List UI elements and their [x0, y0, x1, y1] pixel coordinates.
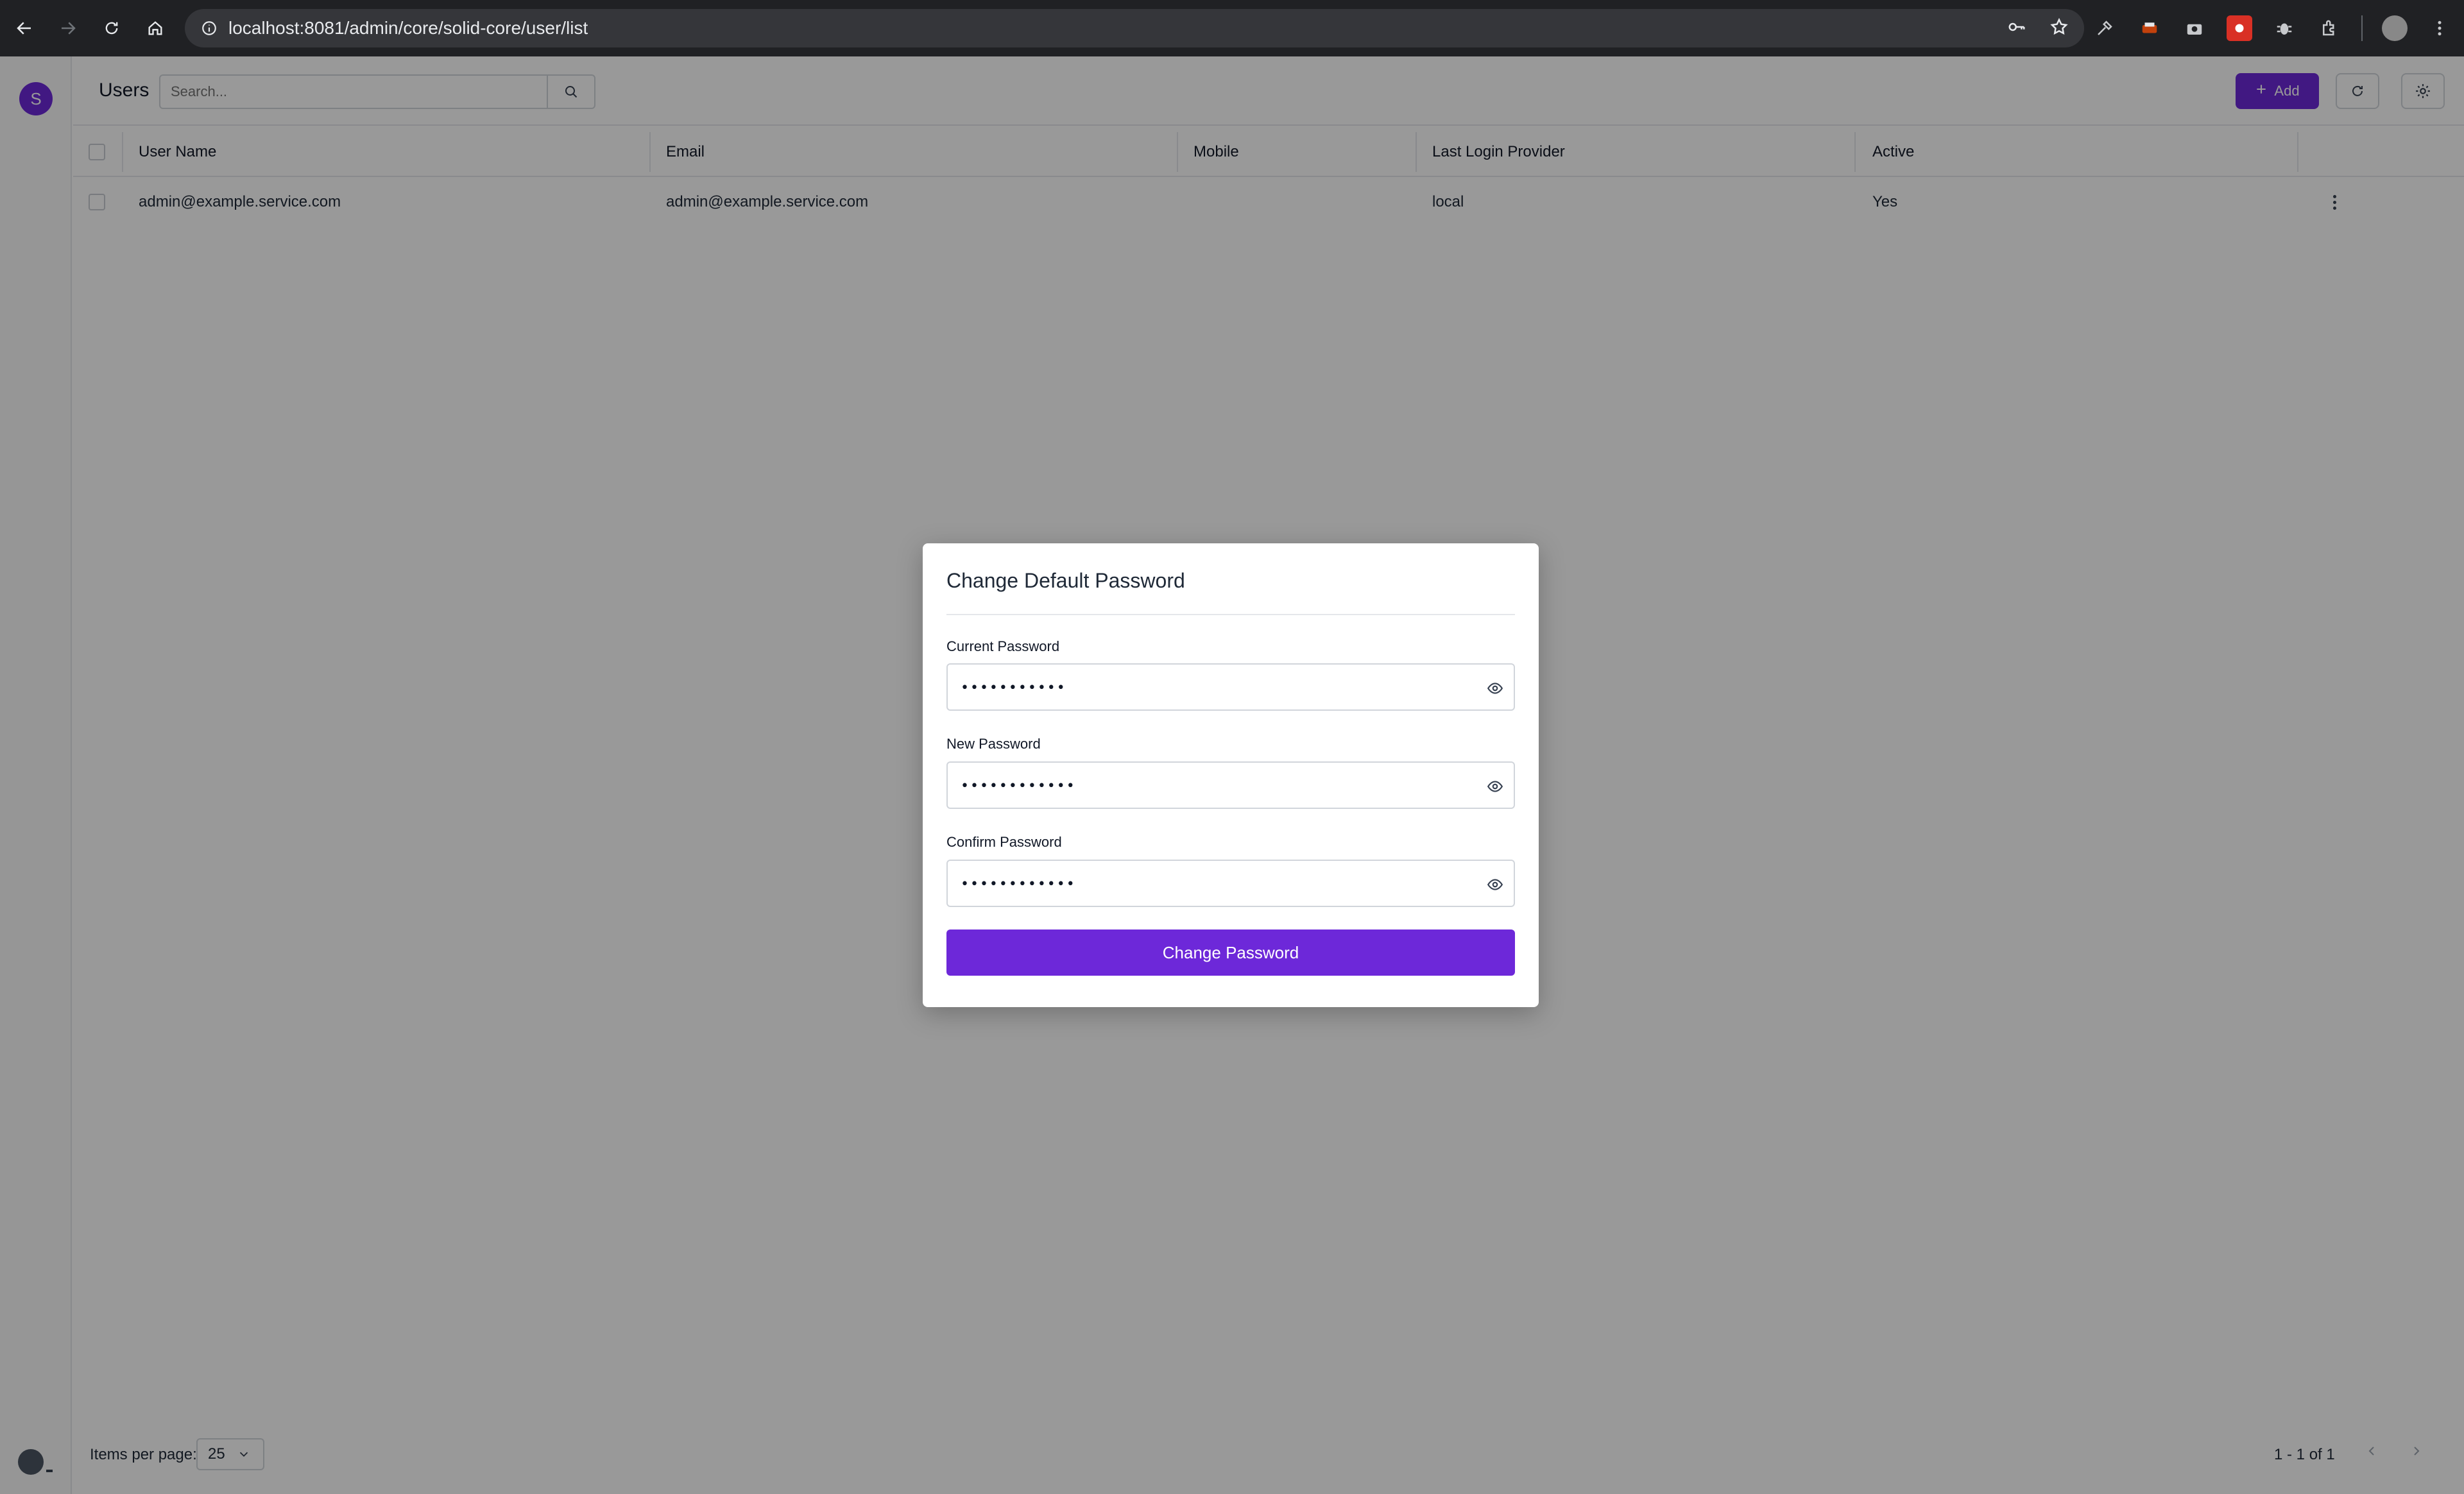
dialog-title: Change Default Password [946, 569, 1185, 592]
url-text[interactable]: localhost:8081/admin/core/solid-core/use… [228, 18, 588, 38]
current-password-label: Current Password [946, 638, 1060, 654]
extension-icon-red[interactable] [2227, 15, 2252, 41]
toolbar-divider [2361, 15, 2363, 41]
site-info-icon[interactable] [190, 20, 228, 37]
reload-icon[interactable] [90, 0, 133, 56]
dialog-divider [946, 614, 1515, 615]
change-password-button[interactable]: Change Password [946, 930, 1515, 976]
browser-toolbar: localhost:8081/admin/core/solid-core/use… [0, 0, 2464, 56]
home-icon[interactable] [133, 0, 177, 56]
current-password-field[interactable]: ••••••••••• [946, 663, 1515, 711]
change-password-dialog: Change Default Password Current Password… [923, 543, 1539, 1007]
eyedropper-extension-icon[interactable] [2092, 15, 2118, 41]
extensions-puzzle-icon[interactable] [2316, 15, 2342, 41]
address-bar[interactable]: localhost:8081/admin/core/solid-core/use… [185, 9, 2084, 47]
eye-icon[interactable] [1487, 778, 1503, 798]
confirm-password-value[interactable]: •••••••••••• [961, 876, 1076, 892]
confirm-password-label: Confirm Password [946, 834, 1062, 850]
eye-icon[interactable] [1487, 876, 1503, 896]
browser-menu-icon[interactable] [2427, 15, 2452, 41]
current-password-value[interactable]: ••••••••••• [961, 680, 1066, 696]
eye-icon[interactable] [1487, 680, 1503, 700]
back-icon[interactable] [3, 0, 46, 56]
bookmark-star-icon[interactable] [2049, 17, 2069, 40]
password-key-icon[interactable] [2007, 17, 2026, 40]
bug-extension-icon[interactable] [2272, 15, 2297, 41]
new-password-field[interactable]: •••••••••••• [946, 761, 1515, 809]
new-password-value[interactable]: •••••••••••• [961, 778, 1076, 794]
confirm-password-field[interactable]: •••••••••••• [946, 860, 1515, 907]
new-password-label: New Password [946, 736, 1041, 752]
camera-extension-icon[interactable] [2182, 15, 2207, 41]
extension-icon-2[interactable] [2137, 15, 2162, 41]
profile-avatar[interactable] [2382, 15, 2408, 41]
forward-icon[interactable] [46, 0, 90, 56]
